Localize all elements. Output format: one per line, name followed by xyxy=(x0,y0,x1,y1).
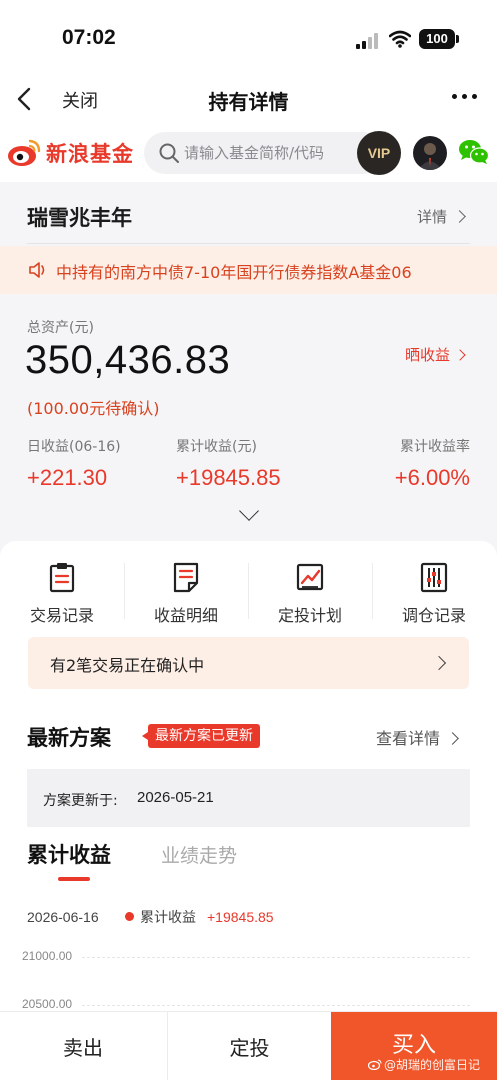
plan-updated-badge: 最新方案已更新 xyxy=(142,724,260,748)
y-axis-tick: 21000.00 xyxy=(22,949,73,963)
asset-summary: 总资产(元) 350,436.83 (100.00元待确认) 晒收益 日收益(0… xyxy=(0,294,497,544)
legend-dot xyxy=(125,912,134,921)
sell-button[interactable]: 卖出 xyxy=(0,1012,166,1080)
wifi-icon xyxy=(389,30,411,48)
active-tab-indicator xyxy=(58,877,90,881)
metric-label: 日收益(06-16) xyxy=(27,439,121,455)
notice-banner[interactable]: 中持有的南方中债7-10年国开行债券指数A基金06 xyxy=(0,246,497,294)
total-assets-value: 350,436.83 xyxy=(25,338,231,382)
share-earnings-label: 晒收益 xyxy=(405,346,451,364)
metric-value: +221.30 xyxy=(27,465,108,490)
chevron-right-icon xyxy=(454,349,466,361)
plan-date-box: 方案更新于: 2026-05-21 xyxy=(27,769,470,827)
plan-details-link[interactable]: 查看详情 xyxy=(376,725,459,749)
wechat-icon[interactable] xyxy=(458,138,490,166)
quick-action-trade-records[interactable]: 交易记录 xyxy=(0,561,124,631)
fund-name: 瑞雪兆丰年 xyxy=(27,206,132,230)
plan-date-value: 2026-05-21 xyxy=(137,789,214,806)
auto-invest-button[interactable]: 定投 xyxy=(167,1012,331,1080)
quick-action-auto-invest-plan[interactable]: 定投计划 xyxy=(248,561,372,631)
search-box[interactable] xyxy=(144,132,384,174)
back-arrow-icon[interactable] xyxy=(12,84,38,114)
pending-amount: (100.00元待确认) xyxy=(27,399,160,418)
plan-section-title: 最新方案 xyxy=(27,726,111,750)
vip-badge[interactable]: VIP xyxy=(357,131,401,175)
pending-transactions-bar[interactable]: 有2笔交易正在确认中 xyxy=(28,637,469,689)
chevron-right-icon xyxy=(431,655,447,671)
metric-value: +6.00% xyxy=(394,465,470,490)
quick-action-label: 交易记录 xyxy=(29,606,94,625)
metric-label: 累计收益率 xyxy=(400,439,470,455)
daily-earnings-metric: 日收益(06-16) +221.30 xyxy=(27,436,121,491)
grid-line xyxy=(82,1005,470,1006)
status-time: 07:02 xyxy=(62,26,116,49)
search-input[interactable] xyxy=(184,132,364,174)
cumulative-earnings-metric: 累计收益(元) +19845.85 xyxy=(176,436,281,491)
quick-action-rebalance-records[interactable]: 调仓记录 xyxy=(372,561,496,631)
cumulative-return-metric: 累计收益率 +6.00% xyxy=(395,436,470,491)
divider xyxy=(27,243,470,244)
watermark: @胡瑞的创富日记 xyxy=(368,1056,480,1073)
cellular-signal-icon xyxy=(356,33,382,49)
search-icon xyxy=(159,143,179,163)
fund-header: 瑞雪兆丰年 详情 xyxy=(0,182,497,246)
trend-chart-icon xyxy=(296,563,324,591)
brand-bar: 新浪基金 VIP xyxy=(0,122,497,182)
fund-detail-link[interactable]: 详情 xyxy=(417,206,466,227)
logo-text: 新浪基金 xyxy=(46,142,134,166)
speaker-icon xyxy=(29,262,45,278)
quick-action-label: 收益明细 xyxy=(153,606,218,625)
sina-fund-logo[interactable]: 新浪基金 xyxy=(6,136,134,170)
quick-action-label: 定投计划 xyxy=(277,606,342,625)
sliders-icon xyxy=(420,562,448,593)
metric-label: 累计收益(元) xyxy=(176,439,257,455)
pending-transactions-text: 有2笔交易正在确认中 xyxy=(50,656,205,675)
legend-label: 累计收益 xyxy=(140,910,196,926)
quick-action-earnings-details[interactable]: 收益明细 xyxy=(124,561,248,631)
close-link[interactable]: 关闭 xyxy=(62,87,98,113)
fund-detail-label: 详情 xyxy=(417,208,448,226)
legend-value: +19845.85 xyxy=(207,909,274,925)
quick-action-label: 调仓记录 xyxy=(401,606,466,625)
chevron-right-icon xyxy=(446,732,459,745)
notice-text: 中持有的南方中债7-10年国开行债券指数A基金06 xyxy=(56,263,412,282)
chevron-right-icon xyxy=(453,210,466,223)
status-bar: 07:02 100 xyxy=(0,0,497,76)
chart-date: 2026-06-16 xyxy=(27,909,99,925)
clipboard-icon xyxy=(49,563,75,593)
user-avatar-icon xyxy=(418,143,442,170)
total-assets-label: 总资产(元) xyxy=(27,320,94,336)
grid-line xyxy=(82,957,470,958)
battery-indicator: 100 xyxy=(419,29,459,49)
sina-eye-icon xyxy=(8,139,41,166)
document-icon xyxy=(173,562,199,593)
watermark-text: @胡瑞的创富日记 xyxy=(384,1058,481,1072)
avatar[interactable] xyxy=(413,136,447,170)
main-card: 交易记录 收益明细 定投计划 调仓记录 有2笔交易正在确认中 最新方案 最新方案… xyxy=(0,541,497,1011)
plan-date-label: 方案更新于: xyxy=(43,793,118,809)
plan-details-label: 查看详情 xyxy=(376,729,441,748)
metric-value: +19845.85 xyxy=(176,465,281,490)
tab-performance-trend[interactable]: 业绩走势 xyxy=(161,841,237,868)
chevron-down-icon[interactable] xyxy=(239,501,259,521)
y-axis-tick: 20500.00 xyxy=(22,997,73,1011)
weibo-icon xyxy=(368,1059,382,1070)
share-earnings-link[interactable]: 晒收益 xyxy=(405,344,466,365)
tab-cumulative-earnings[interactable]: 累计收益 xyxy=(27,839,111,869)
more-options-icon[interactable] xyxy=(450,94,480,104)
nav-bar: 关闭 持有详情 xyxy=(0,76,497,122)
